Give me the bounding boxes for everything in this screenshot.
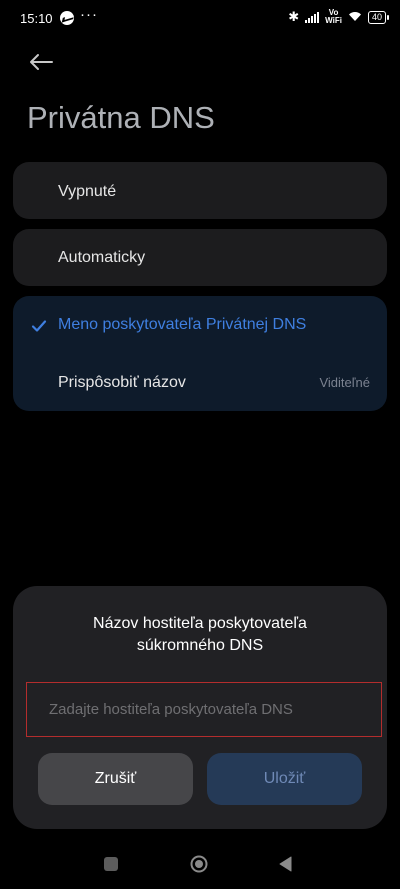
cancel-button[interactable]: Zrušiť — [38, 753, 193, 805]
volte-wifi-icon: Vo WiFi — [325, 9, 342, 25]
dns-hostname-input[interactable] — [26, 682, 382, 737]
option-off-label: Vypnuté — [58, 183, 117, 200]
status-indicators: ✱ Vo WiFi 40 — [288, 9, 390, 25]
bluetooth-icon: ✱ — [288, 9, 300, 24]
dialog-title-line2: súkromného DNS — [136, 637, 264, 654]
back-arrow-icon[interactable] — [26, 47, 58, 79]
status-time: 15:10 — [20, 11, 53, 26]
status-overflow: ··· — [80, 6, 98, 23]
customize-name-label[interactable]: Prispôsobiť názov — [58, 374, 186, 392]
nav-home-circle-icon[interactable] — [190, 855, 208, 873]
wifi-icon — [348, 10, 362, 25]
option-provider-label[interactable]: Meno poskytovateľa Privátnej DNS — [58, 316, 306, 334]
checkmark-icon — [31, 318, 47, 334]
volte-line2: WiFi — [325, 16, 342, 25]
option-provider-card — [13, 296, 387, 411]
save-button[interactable]: Uložiť — [207, 753, 362, 805]
dialog-title-line1: Názov hostiteľa poskytovateľa — [93, 615, 307, 632]
messenger-icon — [60, 11, 74, 25]
option-automatic-label: Automaticky — [58, 249, 146, 266]
nav-back-triangle-icon[interactable] — [278, 856, 294, 872]
dialog-title: Názov hostiteľa poskytovateľa súkromného… — [40, 613, 360, 657]
battery-icon: 40 — [367, 10, 390, 24]
signal-icon — [305, 11, 320, 23]
visibility-tag: Viditeľné — [319, 375, 370, 390]
page-title: Privátna DNS — [27, 100, 215, 135]
nav-recent-square-icon[interactable] — [104, 857, 118, 871]
